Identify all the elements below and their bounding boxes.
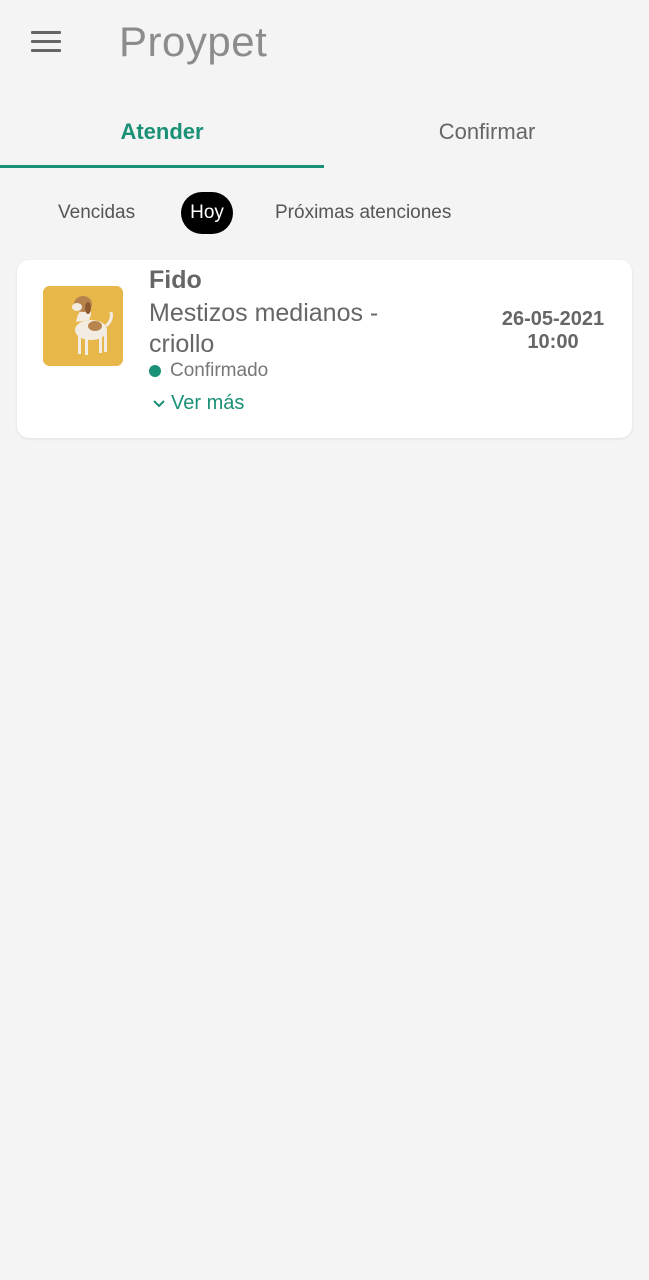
pet-photo xyxy=(43,286,123,366)
filter-vencidas[interactable]: Vencidas xyxy=(58,192,135,234)
filter-hoy[interactable]: Hoy xyxy=(181,192,233,234)
app-title: Proypet xyxy=(119,18,268,65)
appointment-datetime: 26-05-2021 10:00 xyxy=(485,308,621,354)
pet-breed: Mestizos medianos - criollo xyxy=(149,299,379,358)
chevron-down-icon xyxy=(153,399,165,407)
status-dot-icon xyxy=(149,365,161,377)
pet-name: Fido xyxy=(149,266,202,294)
tab-confirmar[interactable]: Confirmar xyxy=(325,96,649,168)
appointment-time: 10:00 xyxy=(527,331,579,353)
appointment-card[interactable]: Fido Mestizos medianos - criollo Confirm… xyxy=(17,260,632,438)
menu-button[interactable] xyxy=(28,28,64,58)
ver-mas-label: Ver más xyxy=(171,392,245,414)
app-bar: Proypet xyxy=(0,0,649,90)
tab-atender[interactable]: Atender xyxy=(0,96,324,168)
filter-chips: Vencidas Hoy Próximas atenciones xyxy=(0,192,649,236)
tab-indicator xyxy=(0,165,324,168)
appointment-status: Confirmado xyxy=(149,360,268,382)
status-label: Confirmado xyxy=(170,360,269,381)
tab-bar: Atender Confirmar xyxy=(0,96,649,168)
appointment-date: 26-05-2021 xyxy=(501,308,605,330)
filter-proximas-atenciones[interactable]: Próximas atenciones xyxy=(275,192,451,234)
ver-mas-button[interactable]: Ver más xyxy=(153,392,244,415)
